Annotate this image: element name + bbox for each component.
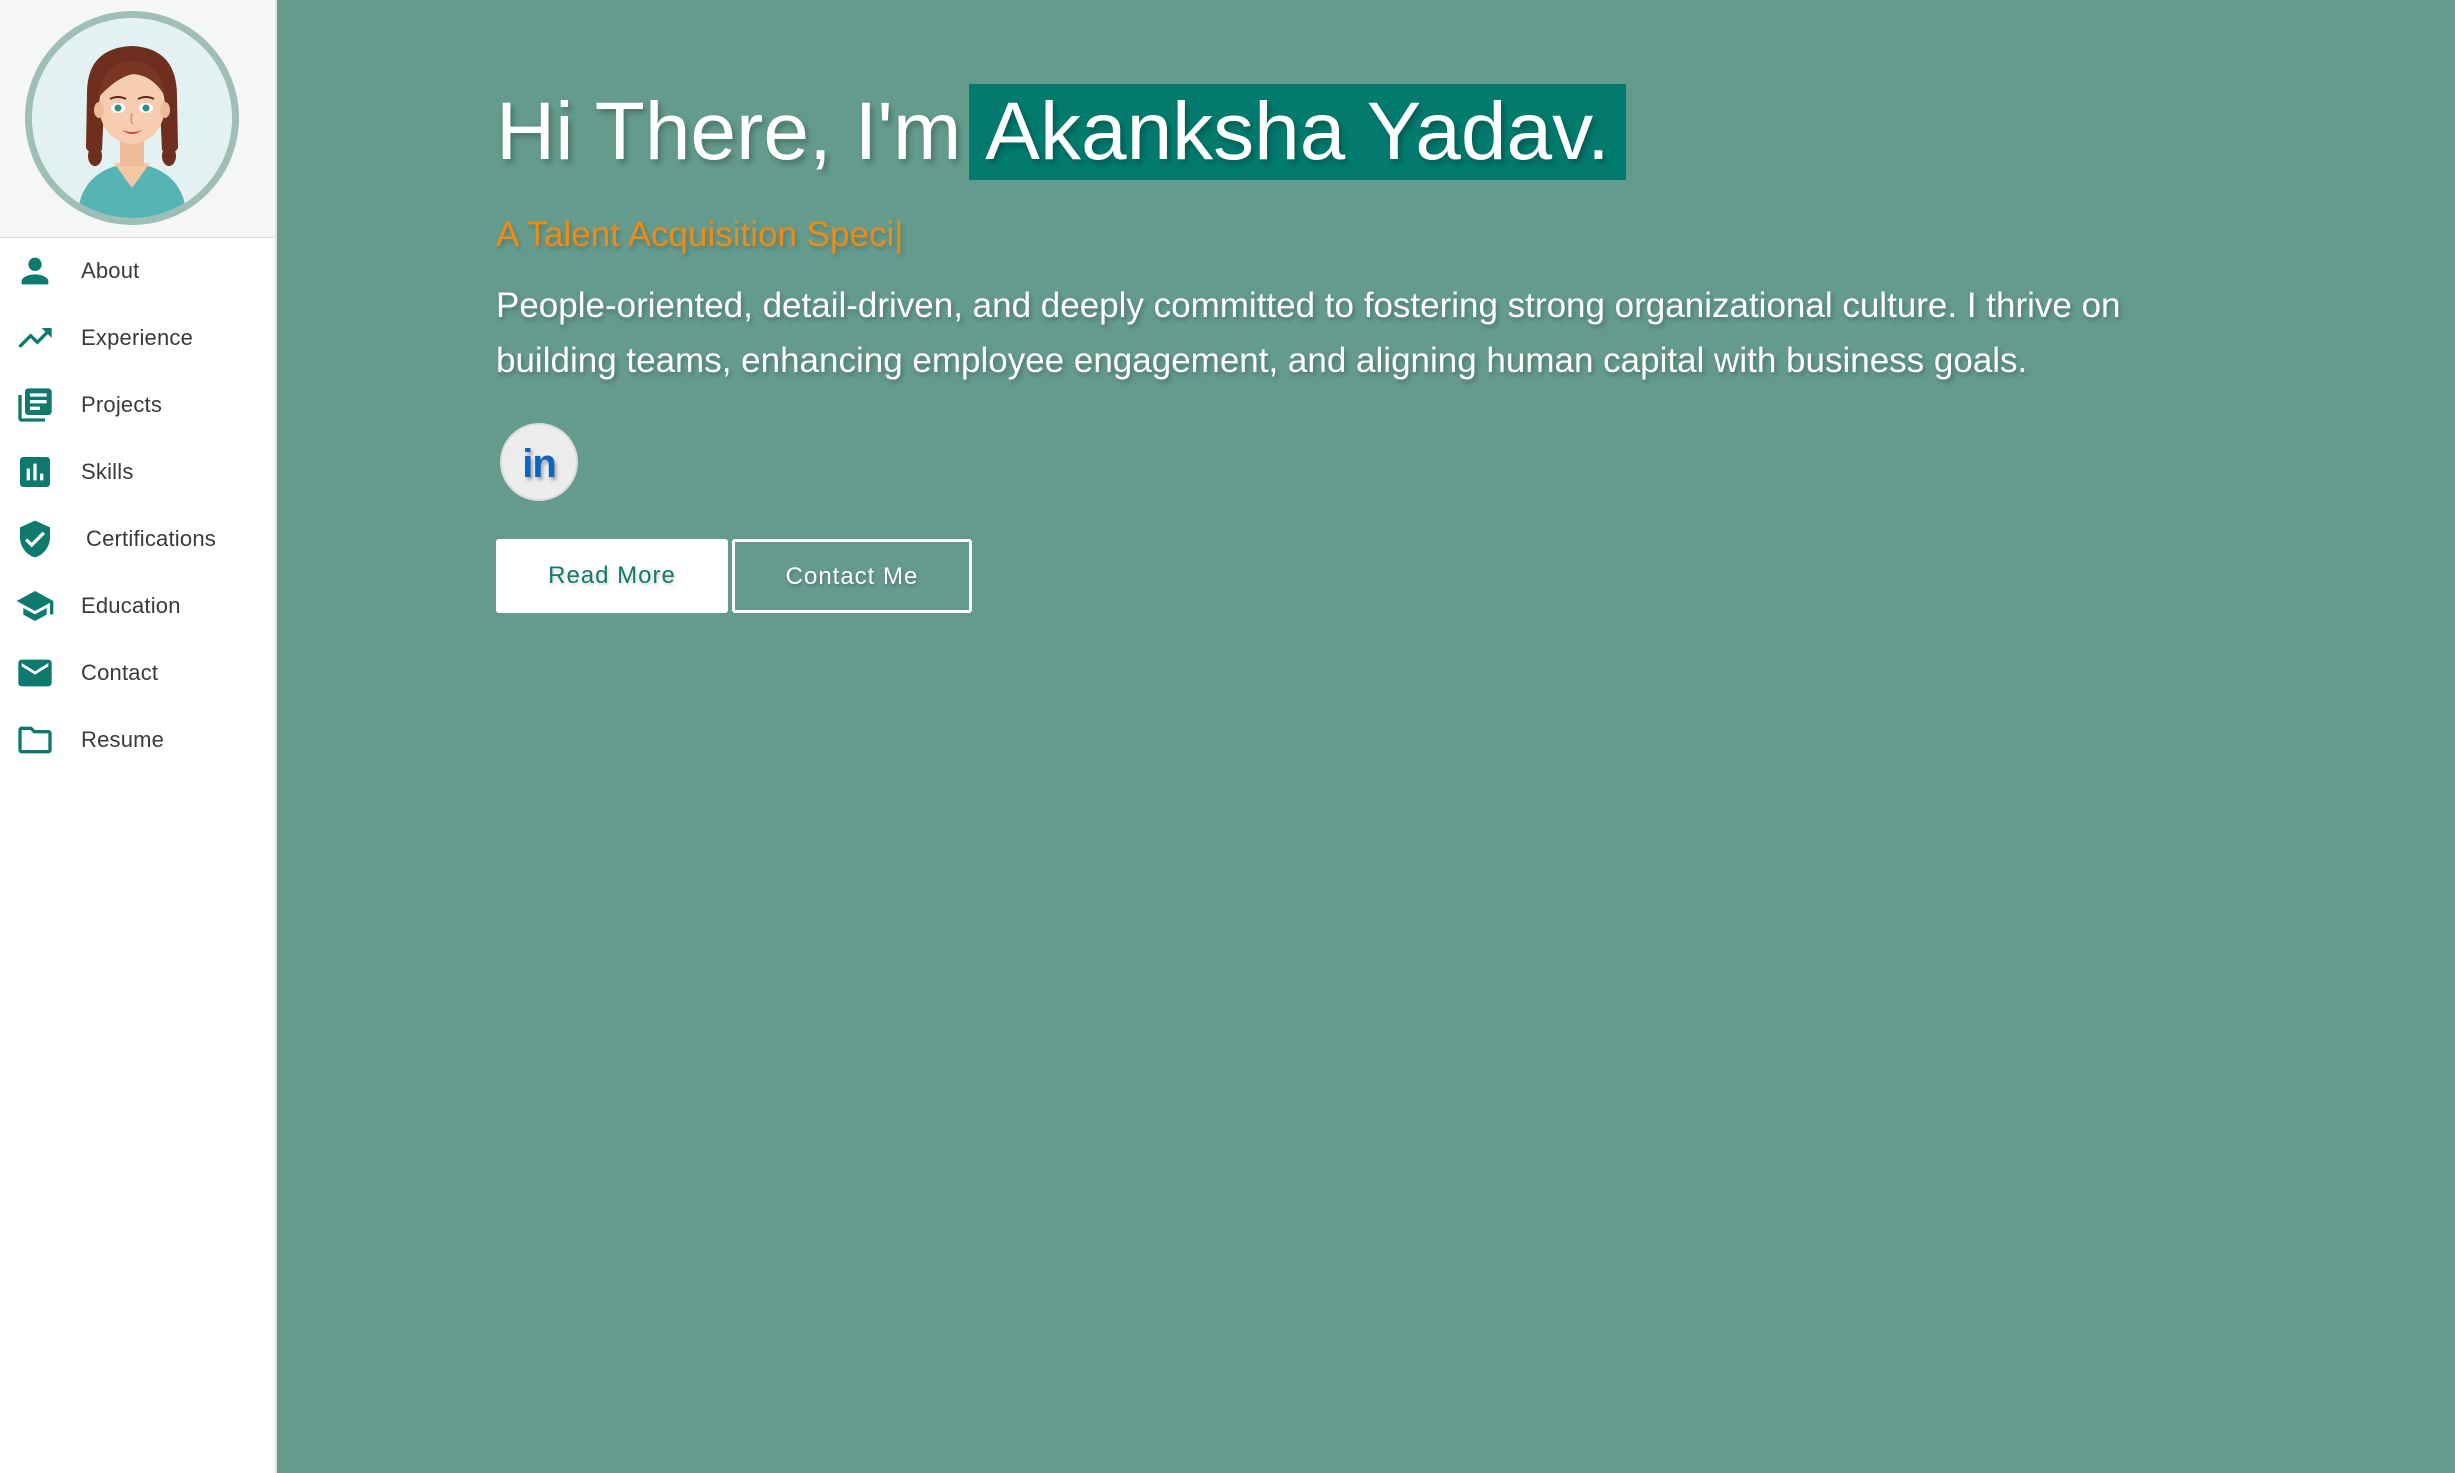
- bio-text: People-oriented, detail-driven, and deep…: [496, 286, 2121, 380]
- folder-icon: [15, 720, 55, 760]
- sidebar-item-label: Certifications: [86, 526, 216, 551]
- typed-subtitle: A Talent Acquisition Speci|: [496, 215, 904, 254]
- sidebar-item-certifications[interactable]: Certifications: [0, 505, 275, 572]
- library-books-icon: [15, 385, 55, 425]
- sidebar-item-label: Skills: [81, 459, 134, 484]
- sidebar-item-label: About: [81, 258, 140, 283]
- hero-section: Hi There, I'm Akanksha Yadav. A Talent Ac…: [496, 84, 2196, 613]
- mail-icon: [15, 653, 55, 693]
- name-highlight: Akanksha Yadav.: [969, 84, 1626, 180]
- linkedin-button[interactable]: in: [500, 423, 578, 501]
- avatar: [25, 11, 239, 225]
- sidebar-item-projects[interactable]: Projects: [0, 371, 275, 438]
- woman-avatar-icon: [32, 18, 232, 218]
- profile-header: [0, 0, 275, 238]
- read-more-button[interactable]: Read More: [496, 539, 728, 613]
- sidebar-nav: About Experience Projects Skills Certifi…: [0, 237, 275, 773]
- bar-chart-icon: [15, 452, 55, 492]
- person-icon: [15, 251, 55, 291]
- cta-buttons: Read More Contact Me: [496, 539, 2196, 613]
- sidebar-item-skills[interactable]: Skills: [0, 438, 275, 505]
- trending-up-icon: [15, 318, 55, 358]
- linkedin-icon: in: [522, 442, 557, 486]
- sidebar-item-label: Resume: [81, 727, 165, 752]
- sidebar-item-education[interactable]: Education: [0, 572, 275, 639]
- verified-shield-icon: [15, 519, 55, 559]
- sidebar-item-label: Experience: [81, 325, 194, 350]
- sidebar: About Experience Projects Skills Certifi…: [0, 0, 277, 1473]
- sidebar-item-label: Education: [81, 593, 181, 618]
- contact-me-button[interactable]: Contact Me: [732, 539, 972, 613]
- sidebar-item-label: Contact: [81, 660, 159, 685]
- sidebar-item-experience[interactable]: Experience: [0, 304, 275, 371]
- sidebar-item-label: Projects: [81, 392, 163, 417]
- page: About Experience Projects Skills Certifi…: [0, 0, 2455, 1473]
- hero-heading: Hi There, I'm Akanksha Yadav.: [496, 84, 2196, 180]
- sidebar-item-about[interactable]: About: [0, 237, 275, 304]
- graduation-cap-icon: [15, 586, 55, 626]
- greeting-text: Hi There, I'm: [496, 86, 962, 177]
- sidebar-item-contact[interactable]: Contact: [0, 639, 275, 706]
- sidebar-item-resume[interactable]: Resume: [0, 706, 275, 773]
